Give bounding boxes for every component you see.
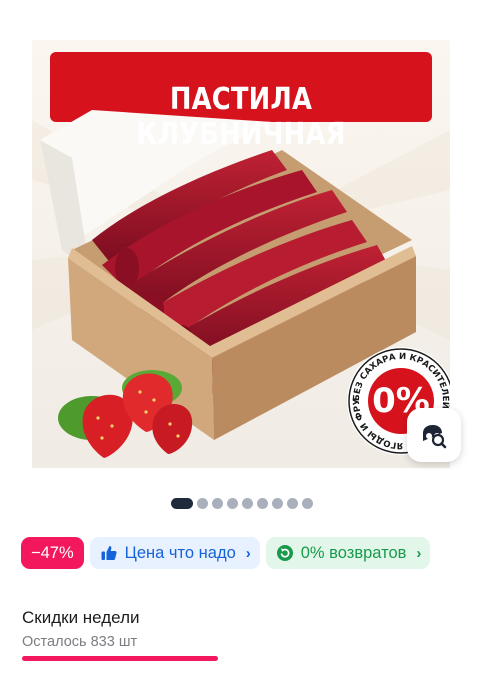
returns-label: 0% возвратов bbox=[300, 543, 407, 562]
visual-search-button[interactable] bbox=[407, 408, 461, 462]
pagination-dot[interactable] bbox=[287, 498, 298, 509]
pagination-dot[interactable] bbox=[302, 498, 313, 509]
weekly-deals-title: Скидки недели bbox=[22, 608, 140, 627]
visual-search-icon bbox=[423, 425, 447, 449]
pagination-dot[interactable] bbox=[257, 498, 268, 509]
pagination-dot[interactable] bbox=[227, 498, 238, 509]
chevron-right-icon: › bbox=[245, 544, 251, 562]
product-chips: −47% Цена что надо › 0% возвратов › bbox=[21, 537, 431, 569]
pagination-dot[interactable] bbox=[272, 498, 283, 509]
fair-price-label: Цена что надо bbox=[124, 543, 236, 562]
pagination-dot[interactable] bbox=[212, 498, 223, 509]
pagination-dot[interactable] bbox=[197, 498, 208, 509]
pagination-dot[interactable] bbox=[242, 498, 253, 509]
banner-title: ПАСТИЛА КЛУБНИЧНАЯ bbox=[136, 82, 346, 152]
gallery-pagination bbox=[171, 498, 313, 509]
stock-progress-bar bbox=[22, 656, 218, 661]
discount-label: −47% bbox=[31, 543, 74, 562]
pagination-dot[interactable] bbox=[171, 498, 193, 509]
product-image-gallery[interactable]: ПАСТИЛА КЛУБНИЧНАЯ БЕЗ САХАРА И КРАСИТЕЛ… bbox=[32, 40, 450, 468]
fair-price-chip[interactable]: Цена что надо › bbox=[89, 537, 260, 569]
discount-badge: −47% bbox=[21, 537, 84, 569]
stock-remaining: Осталось 833 шт bbox=[22, 634, 138, 650]
returns-chip[interactable]: 0% возвратов › bbox=[265, 537, 431, 569]
returns-icon bbox=[276, 545, 293, 561]
chevron-right-icon: › bbox=[416, 544, 422, 562]
thumbs-up-icon bbox=[101, 546, 117, 560]
